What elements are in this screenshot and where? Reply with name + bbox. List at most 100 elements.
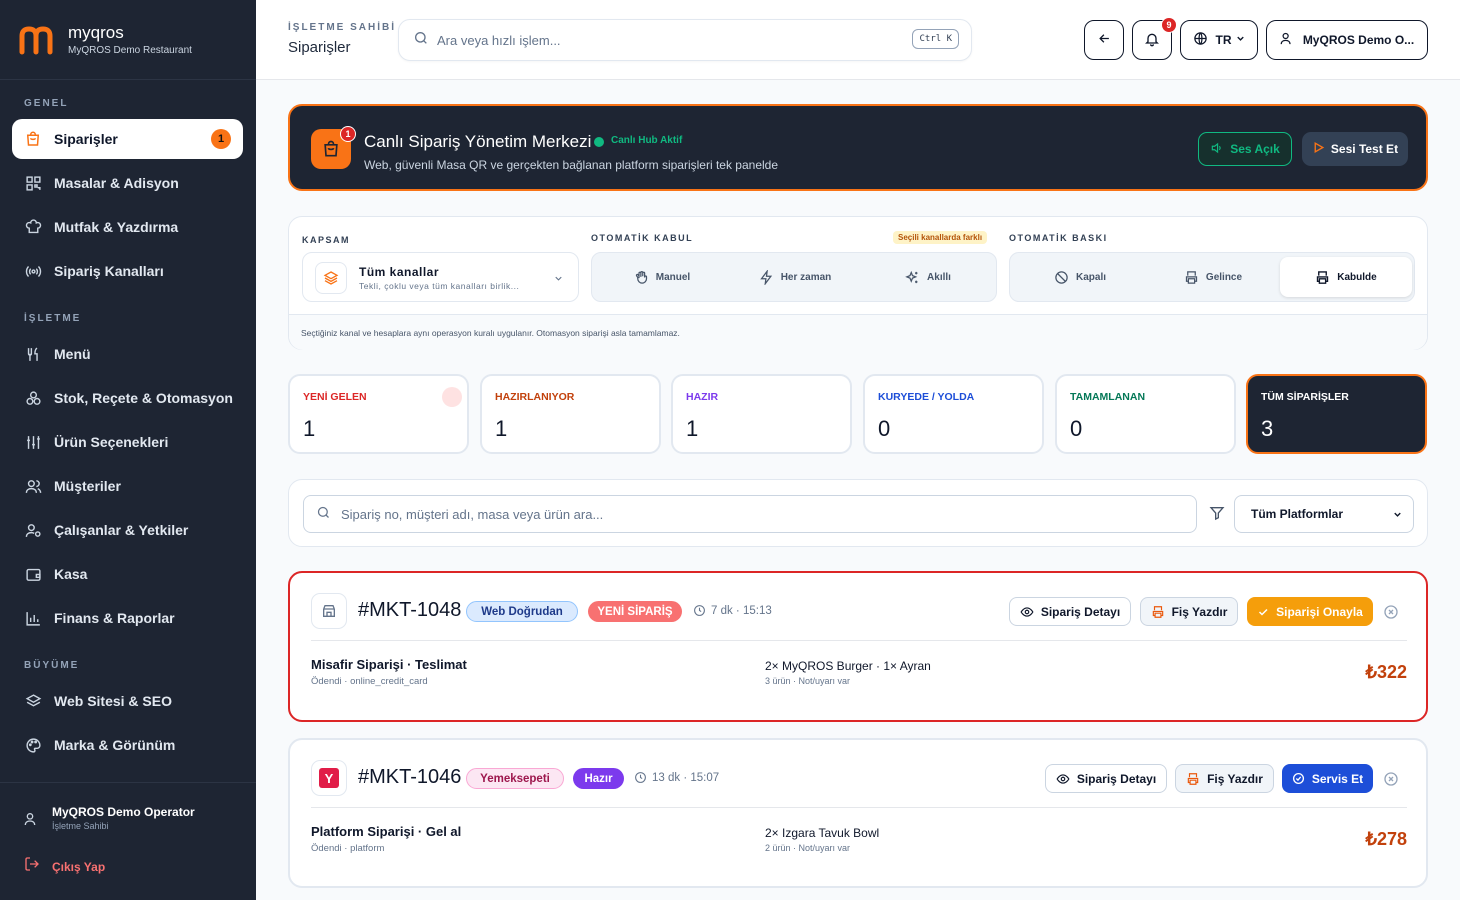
filter-icon[interactable] <box>1209 505 1225 526</box>
auto-accept-always[interactable]: Her zaman <box>729 257 861 297</box>
test-sound-label: Sesi Test Et <box>1330 142 1399 156</box>
sidebar-item-musteriler[interactable]: Müşteriler <box>12 466 243 506</box>
button-label: Sipariş Detayı <box>1076 771 1157 786</box>
automation-note: Seçtiğiniz kanal ve hesaplara aynı opera… <box>289 314 1427 350</box>
order-detail-button[interactable]: Sipariş Detayı <box>1045 764 1167 793</box>
hub-status: Canlı Hub Aktif <box>611 135 683 146</box>
order-search-input[interactable]: Sipariş no, müşteri adı, masa veya ürün … <box>303 495 1197 533</box>
stat-card-new[interactable]: YENİ GELEN 1 <box>288 374 469 454</box>
order-card[interactable]: #MKT-1048 Web Doğrudan YENİ SİPARİŞ 7 dk… <box>288 571 1428 722</box>
stat-card-all[interactable]: TÜM SİPARİŞLER 3 <box>1246 374 1427 454</box>
user-icon <box>24 811 40 832</box>
option-label: Gelince <box>1205 271 1243 283</box>
account-menu-button[interactable]: MyQROS Demo O... <box>1266 20 1428 60</box>
boxes-icon <box>24 389 42 407</box>
stat-label: HAZIR <box>686 391 719 403</box>
order-filter-bar: Sipariş no, müşteri adı, masa veya ürün … <box>288 479 1428 547</box>
sidebar-item-finans[interactable]: Finans & Raporlar <box>12 598 243 638</box>
auto-print-on-arrival[interactable]: Gelince <box>1147 257 1279 297</box>
auto-print-on-accept[interactable]: Kabulde <box>1280 257 1412 297</box>
stat-value: 1 <box>303 416 316 441</box>
logout-icon <box>24 856 40 877</box>
test-sound-button[interactable]: Sesi Test Et <box>1302 132 1408 166</box>
scope-select[interactable]: Tüm kanallar Tekli, çoklu veya tüm kanal… <box>302 252 579 302</box>
stat-label: TAMAMLANAN <box>1070 391 1146 403</box>
sidebar-item-label: Ürün Seçenekleri <box>54 434 169 450</box>
auto-print-off[interactable]: Kapalı <box>1014 257 1146 297</box>
sound-toggle-button[interactable]: Ses Açık <box>1198 132 1292 166</box>
sidebar-item-menu[interactable]: Menü <box>12 334 243 374</box>
sidebar-item-label: Masalar & Adisyon <box>54 175 179 191</box>
utensils-icon <box>24 345 42 363</box>
auto-accept-smart[interactable]: Akıllı <box>862 257 994 297</box>
order-detail-button[interactable]: Sipariş Detayı <box>1009 597 1131 626</box>
auto-accept-manual[interactable]: Manuel <box>596 257 728 297</box>
automation-settings-card: KAPSAM Tüm kanallar Tekli, çoklu veya tü… <box>288 216 1428 350</box>
stat-card-completed[interactable]: TAMAMLANAN 0 <box>1055 374 1236 454</box>
sidebar-item-kasa[interactable]: Kasa <box>12 554 243 594</box>
divider <box>311 807 1407 808</box>
notifications-button[interactable]: 9 <box>1132 17 1177 60</box>
order-payment: Ödendi · online_credit_card <box>311 676 428 687</box>
layers-icon <box>315 262 347 294</box>
hub-title: Canlı Sipariş Yönetim Merkezi <box>364 132 592 151</box>
stat-card-courier[interactable]: KURYEDE / YOLDA 0 <box>863 374 1044 454</box>
nav-section-genel: GENEL <box>24 98 69 109</box>
order-card[interactable]: Y #MKT-1046 Yemeksepeti Hazır 13 dk · 15… <box>288 738 1428 888</box>
sidebar-item-label: Mutfak & Yazdırma <box>54 219 179 235</box>
platform-select[interactable]: Tüm Platformlar <box>1234 495 1414 533</box>
sidebar-item-calisanlar[interactable]: Çalışanlar & Yetkiler <box>12 510 243 550</box>
sidebar-item-marka[interactable]: Marka & Görünüm <box>12 725 243 765</box>
check-circle-icon <box>1292 772 1305 785</box>
volume-icon <box>1210 141 1224 158</box>
sidebar-item-secenekler[interactable]: Ürün Seçenekleri <box>12 422 243 462</box>
logout-button[interactable]: Çıkış Yap <box>24 856 105 877</box>
user-icon <box>1280 31 1295 49</box>
account-name: MyQROS Demo O... <box>1302 33 1415 47</box>
sidebar-item-masalar[interactable]: Masalar & Adisyon <box>12 163 243 203</box>
print-receipt-button[interactable]: Fiş Yazdır <box>1175 764 1274 793</box>
stat-value: 0 <box>878 416 891 441</box>
brand[interactable]: myqros MyQROS Demo Restaurant <box>0 0 256 80</box>
stat-card-ready[interactable]: HAZIR 1 <box>671 374 852 454</box>
sidebar-item-web-sitesi[interactable]: Web Sitesi & SEO <box>12 681 243 721</box>
nav-section-isletme: İŞLETME <box>24 313 82 324</box>
sidebar-item-siparisler[interactable]: Siparişler 1 <box>12 119 243 159</box>
sidebar-item-mutfak[interactable]: Mutfak & Yazdırma <box>12 207 243 247</box>
sidebar-item-stok[interactable]: Stok, Reçete & Otomasyon <box>12 378 243 418</box>
back-button[interactable] <box>1084 20 1124 60</box>
yemeksepeti-logo-icon: Y <box>311 760 347 796</box>
brand-subtitle: MyQROS Demo Restaurant <box>68 45 192 56</box>
global-search-input[interactable]: Ara veya hızlı işlem... Ctrl K <box>398 19 972 61</box>
printer-icon <box>1315 270 1330 285</box>
order-total: ₺278 <box>1365 829 1407 849</box>
order-items: 2× MyQROS Burger · 1× Ayran <box>765 659 931 673</box>
layers-icon <box>24 692 42 710</box>
globe-icon <box>1193 31 1208 49</box>
chevron-down-icon <box>1235 33 1246 47</box>
dismiss-order-icon[interactable] <box>1383 771 1399 787</box>
approve-order-button[interactable]: Siparişi Onayla <box>1247 597 1373 626</box>
sidebar-item-label: Kasa <box>54 566 88 582</box>
stat-label: YENİ GELEN <box>303 391 367 403</box>
store-icon <box>311 593 347 629</box>
option-label: Her zaman <box>780 271 832 283</box>
top-header: İŞLETME SAHİBİ Siparişler Ara veya hızlı… <box>256 0 1460 80</box>
order-search-placeholder: Sipariş no, müşteri adı, masa veya ürün … <box>341 506 604 522</box>
print-receipt-button[interactable]: Fiş Yazdır <box>1140 597 1238 626</box>
sidebar-item-kanallar[interactable]: Sipariş Kanalları <box>12 251 243 291</box>
stat-card-preparing[interactable]: HAZIRLANIYOR 1 <box>480 374 661 454</box>
language-select[interactable]: TR <box>1180 20 1258 60</box>
auto-accept-label: OTOMATİK KABUL <box>591 233 694 243</box>
orders-count-badge: 1 <box>211 129 231 149</box>
qr-code-icon <box>24 174 42 192</box>
play-icon <box>1312 141 1325 157</box>
printer-icon <box>1151 605 1165 619</box>
page-title: Siparişler <box>288 39 351 56</box>
hub-subtitle: Web, güvenli Masa QR ve gerçekten bağlan… <box>364 158 778 172</box>
platform-select-value: Tüm Platformlar <box>1251 507 1344 521</box>
brand-name: myqros <box>68 23 124 42</box>
sidebar-item-label: Çalışanlar & Yetkiler <box>54 522 189 538</box>
serve-order-button[interactable]: Servis Et <box>1282 764 1373 793</box>
dismiss-order-icon[interactable] <box>1383 604 1399 620</box>
